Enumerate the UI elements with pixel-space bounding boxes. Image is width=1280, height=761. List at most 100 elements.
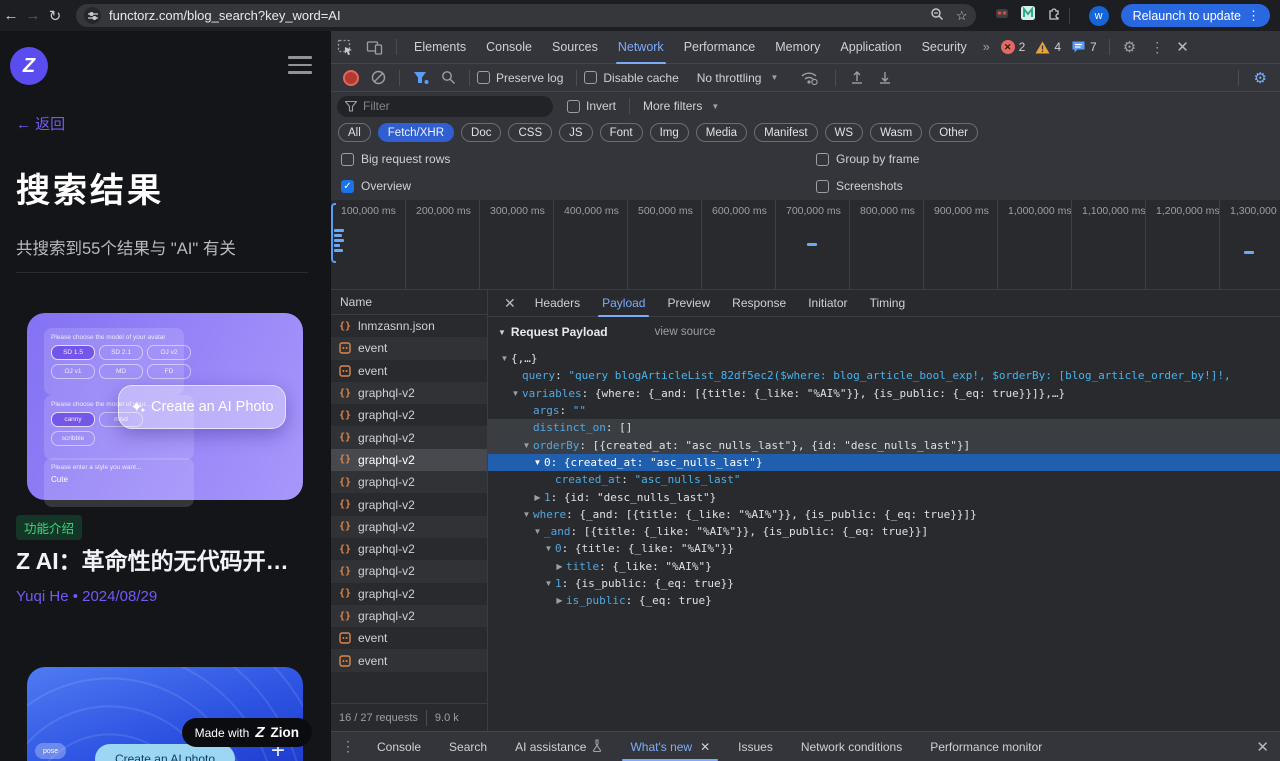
clear-icon[interactable]: [371, 70, 386, 85]
article-title[interactable]: Z AI：革命性的无代码开…: [16, 542, 289, 576]
request-row[interactable]: {}graphql-v2: [331, 583, 487, 605]
inspect-element-icon[interactable]: [337, 39, 354, 56]
detail-tab-headers[interactable]: Headers: [524, 290, 591, 316]
type-pill-other[interactable]: Other: [929, 123, 978, 142]
type-pill-fetchxhr[interactable]: Fetch/XHR: [378, 123, 454, 142]
collapsed-arrow-icon[interactable]: ▶: [531, 493, 544, 502]
detail-tab-timing[interactable]: Timing: [859, 290, 917, 316]
tab-elements[interactable]: Elements: [404, 31, 476, 63]
extension-robot-icon[interactable]: [994, 5, 1010, 26]
tab-sources[interactable]: Sources: [542, 31, 608, 63]
payload-tree-row[interactable]: ▼1: {is_public: {_eq: true}}: [488, 575, 1280, 592]
expanded-arrow-icon[interactable]: ▼: [531, 458, 544, 467]
request-row[interactable]: {}graphql-v2: [331, 493, 487, 515]
payload-tree-row[interactable]: ▼variables: {where: {_and: [{title: {_li…: [488, 385, 1280, 402]
request-row[interactable]: {}graphql-v2: [331, 449, 487, 471]
payload-tree-row[interactable]: created_at: "asc_nulls_last": [488, 471, 1280, 488]
type-pill-wasm[interactable]: Wasm: [870, 123, 922, 142]
view-source-link[interactable]: view source: [655, 326, 716, 338]
payload-tree-row[interactable]: ▶1: {id: "desc_nulls_last"}: [488, 488, 1280, 505]
type-pill-doc[interactable]: Doc: [461, 123, 501, 142]
expanded-arrow-icon[interactable]: ▼: [498, 354, 511, 363]
relaunch-button[interactable]: Relaunch to update ⋮: [1121, 4, 1270, 27]
address-bar[interactable]: functorz.com/blog_search?key_word=AI ☆: [76, 4, 976, 27]
browser-menu-icon[interactable]: ⋮: [1241, 8, 1266, 24]
more-filters-button[interactable]: More filters: [643, 99, 702, 113]
request-row[interactable]: {}graphql-v2: [331, 516, 487, 538]
payload-tree-row[interactable]: ▶title: {_like: "%AI%"}: [488, 558, 1280, 575]
group-by-frame-checkbox[interactable]: [816, 153, 829, 166]
preserve-log-checkbox[interactable]: [477, 71, 490, 84]
type-pill-ws[interactable]: WS: [825, 123, 864, 142]
request-row[interactable]: event: [331, 649, 487, 671]
article-card-image[interactable]: Please choose the model of your avatar S…: [27, 313, 303, 500]
more-tabs-chevron[interactable]: »: [977, 31, 996, 63]
expanded-arrow-icon[interactable]: ▼: [520, 441, 533, 450]
payload-tree-row[interactable]: ▼orderBy: [{created_at: "asc_nulls_last"…: [488, 436, 1280, 453]
zoom-page-icon[interactable]: [930, 7, 944, 24]
payload-tree-row[interactable]: distinct_on: []: [488, 419, 1280, 436]
tab-application[interactable]: Application: [830, 31, 911, 63]
export-har-icon[interactable]: [878, 70, 892, 85]
request-row[interactable]: event: [331, 337, 487, 359]
url-text[interactable]: functorz.com/blog_search?key_word=AI: [109, 8, 341, 23]
request-row[interactable]: {}lnmzasnn.json: [331, 315, 487, 337]
expanded-arrow-icon[interactable]: ▼: [520, 510, 533, 519]
payload-tree-row[interactable]: ▼{,…}: [488, 350, 1280, 367]
payload-tree-row[interactable]: ▼_and: [{title: {_like: "%AI%"}}, {is_pu…: [488, 523, 1280, 540]
profile-avatar[interactable]: w: [1089, 6, 1109, 26]
network-overview-timeline[interactable]: 100,000 ms200,000 ms300,000 ms400,000 ms…: [331, 200, 1280, 290]
settings-gear-icon[interactable]: ⚙: [1123, 38, 1136, 56]
expanded-arrow-icon[interactable]: ▼: [542, 544, 555, 553]
collapsed-arrow-icon[interactable]: ▶: [553, 562, 566, 571]
close-whats-new-icon[interactable]: ✕: [700, 740, 710, 754]
detail-tab-response[interactable]: Response: [721, 290, 797, 316]
request-row[interactable]: {}graphql-v2: [331, 382, 487, 404]
payload-tree-row[interactable]: ▼0: {title: {_like: "%AI%"}}: [488, 540, 1280, 557]
extensions-puzzle-icon[interactable]: [1046, 5, 1062, 26]
drawer-tab-console[interactable]: Console: [363, 732, 435, 761]
disable-cache-checkbox[interactable]: [584, 71, 597, 84]
expanded-arrow-icon[interactable]: ▼: [531, 527, 544, 536]
request-row[interactable]: {}graphql-v2: [331, 404, 487, 426]
payload-tree-row[interactable]: ▶is_public: {_eq: true}: [488, 592, 1280, 609]
import-har-icon[interactable]: [850, 70, 864, 85]
filter-funnel-icon[interactable]: [413, 71, 429, 85]
big-request-rows-checkbox[interactable]: [341, 153, 354, 166]
network-conditions-icon[interactable]: [800, 71, 818, 85]
type-pill-font[interactable]: Font: [600, 123, 643, 142]
type-pill-manifest[interactable]: Manifest: [754, 123, 817, 142]
article-card-image-2[interactable]: pose Create an AI photo + Made with Z Zi…: [27, 667, 303, 761]
payload-tree-row[interactable]: ▼where: {_and: [{title: {_like: "%AI%"}}…: [488, 506, 1280, 523]
devtools-menu-icon[interactable]: ⋮: [1150, 39, 1164, 56]
request-row[interactable]: {}graphql-v2: [331, 538, 487, 560]
tab-performance[interactable]: Performance: [674, 31, 766, 63]
drawer-menu-icon[interactable]: ⋮: [341, 738, 355, 755]
site-info-icon[interactable]: [84, 7, 101, 24]
hamburger-menu-icon[interactable]: [288, 56, 312, 74]
tab-network[interactable]: Network: [608, 31, 674, 63]
request-row[interactable]: {}graphql-v2: [331, 426, 487, 448]
request-row[interactable]: {}graphql-v2: [331, 471, 487, 493]
request-row[interactable]: {}graphql-v2: [331, 605, 487, 627]
zion-logo[interactable]: Z: [10, 47, 48, 85]
network-settings-gear-icon[interactable]: ⚙: [1254, 69, 1267, 87]
payload-tree-row[interactable]: args: "": [488, 402, 1280, 419]
warning-badge[interactable]: 4: [1035, 40, 1061, 54]
back-icon[interactable]: ←: [0, 7, 22, 24]
reload-icon[interactable]: ↻: [44, 7, 66, 25]
drawer-tab-search[interactable]: Search: [435, 732, 501, 761]
overview-checkbox[interactable]: ✓: [341, 180, 354, 193]
tab-memory[interactable]: Memory: [765, 31, 830, 63]
device-toolbar-icon[interactable]: [366, 39, 383, 56]
tab-console[interactable]: Console: [476, 31, 542, 63]
expanded-arrow-icon[interactable]: ▼: [509, 389, 522, 398]
drawer-tab-ai-assistance[interactable]: AI assistance: [501, 732, 616, 761]
collapse-triangle-icon[interactable]: ▼: [498, 328, 506, 337]
throttling-select[interactable]: No throttling: [697, 71, 762, 85]
bookmark-star-icon[interactable]: ☆: [956, 8, 968, 24]
request-row[interactable]: event: [331, 360, 487, 382]
error-badge[interactable]: ✕ 2: [1001, 40, 1026, 54]
payload-tree-row[interactable]: query: "query blogArticleList_82df5ec2($…: [488, 367, 1280, 384]
detail-tab-payload[interactable]: Payload: [591, 290, 656, 316]
